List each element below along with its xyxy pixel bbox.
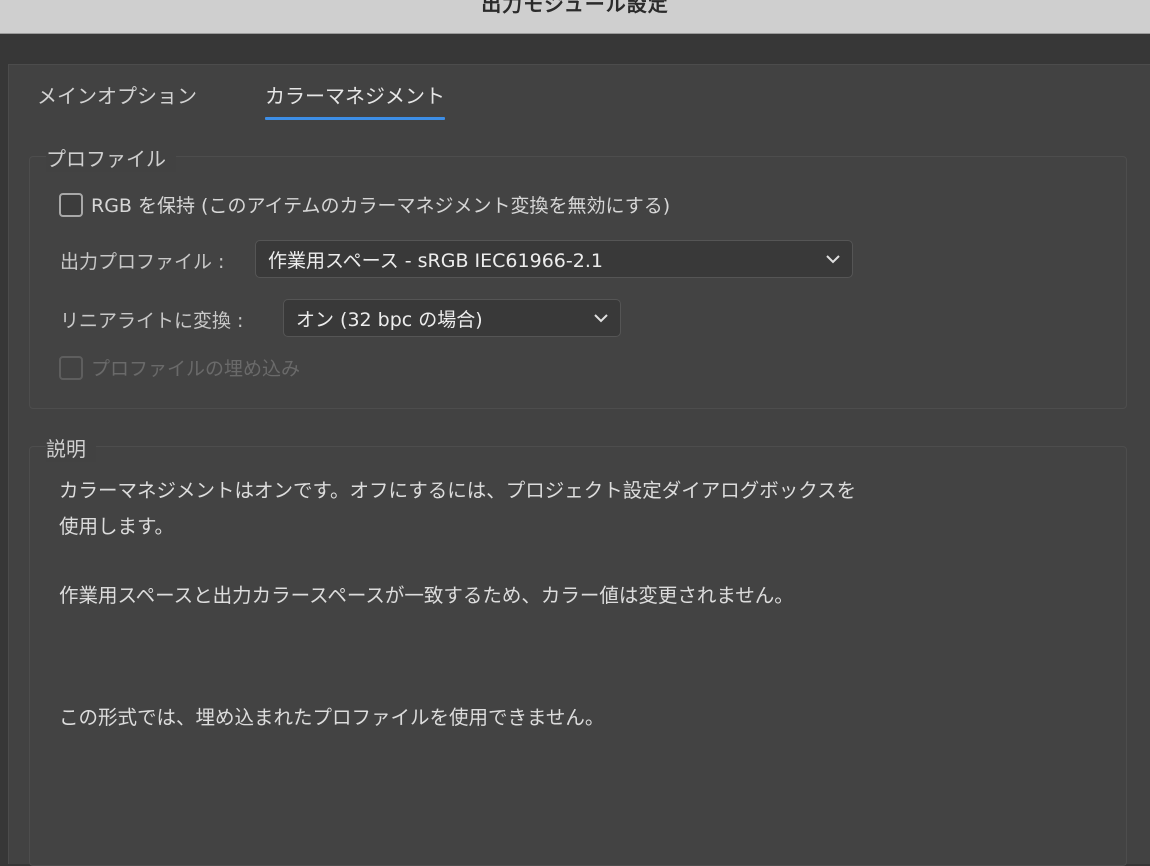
preserve-rgb-checkbox[interactable] — [59, 192, 83, 217]
description-line: カラーマネジメントはオンです。オフにするには、プロジェクト設定ダイアログボックス… — [59, 479, 857, 502]
dialog-titlebar: 出力モジュール設定 — [0, 0, 1150, 34]
embed-profile-checkbox — [59, 355, 83, 380]
tab-color-management[interactable]: カラーマネジメント — [265, 80, 445, 120]
linear-light-label: リニアライトに変換 : — [60, 310, 244, 332]
description-group — [29, 446, 1127, 866]
dialog-title: 出力モジュール設定 — [481, 0, 669, 16]
chevron-down-icon — [826, 255, 840, 264]
preserve-rgb-row[interactable]: RGB を保持 (このアイテムのカラーマネジメント変換を無効にする) — [59, 191, 670, 218]
chevron-down-icon — [594, 314, 608, 323]
output-profile-value: 作業用スペース - sRGB IEC61966-2.1 — [268, 249, 603, 272]
profile-group-legend: プロファイル — [46, 143, 176, 172]
tab-main-options[interactable]: メインオプション — [37, 80, 197, 117]
description-line: この形式では、埋め込まれたプロファイルを使用できません。 — [59, 706, 605, 729]
description-group-legend: 説明 — [46, 433, 96, 462]
output-profile-row: 出力プロファイル : — [60, 247, 224, 274]
preserve-rgb-label: RGB を保持 (このアイテムのカラーマネジメント変換を無効にする) — [91, 195, 671, 217]
output-profile-select[interactable]: 作業用スペース - sRGB IEC61966-2.1 — [255, 240, 853, 278]
description-line: 作業用スペースと出力カラースペースが一致するため、カラー値は変更されません。 — [59, 584, 794, 607]
output-profile-label: 出力プロファイル : — [60, 251, 225, 273]
linear-light-select[interactable]: オン (32 bpc の場合) — [283, 299, 621, 337]
description-line: 使用します。 — [59, 515, 175, 538]
linear-light-value: オン (32 bpc の場合) — [296, 308, 483, 331]
embed-profile-row: プロファイルの埋め込み — [59, 354, 300, 381]
embed-profile-label: プロファイルの埋め込み — [91, 358, 301, 380]
linear-light-row: リニアライトに変換 : — [60, 306, 243, 333]
